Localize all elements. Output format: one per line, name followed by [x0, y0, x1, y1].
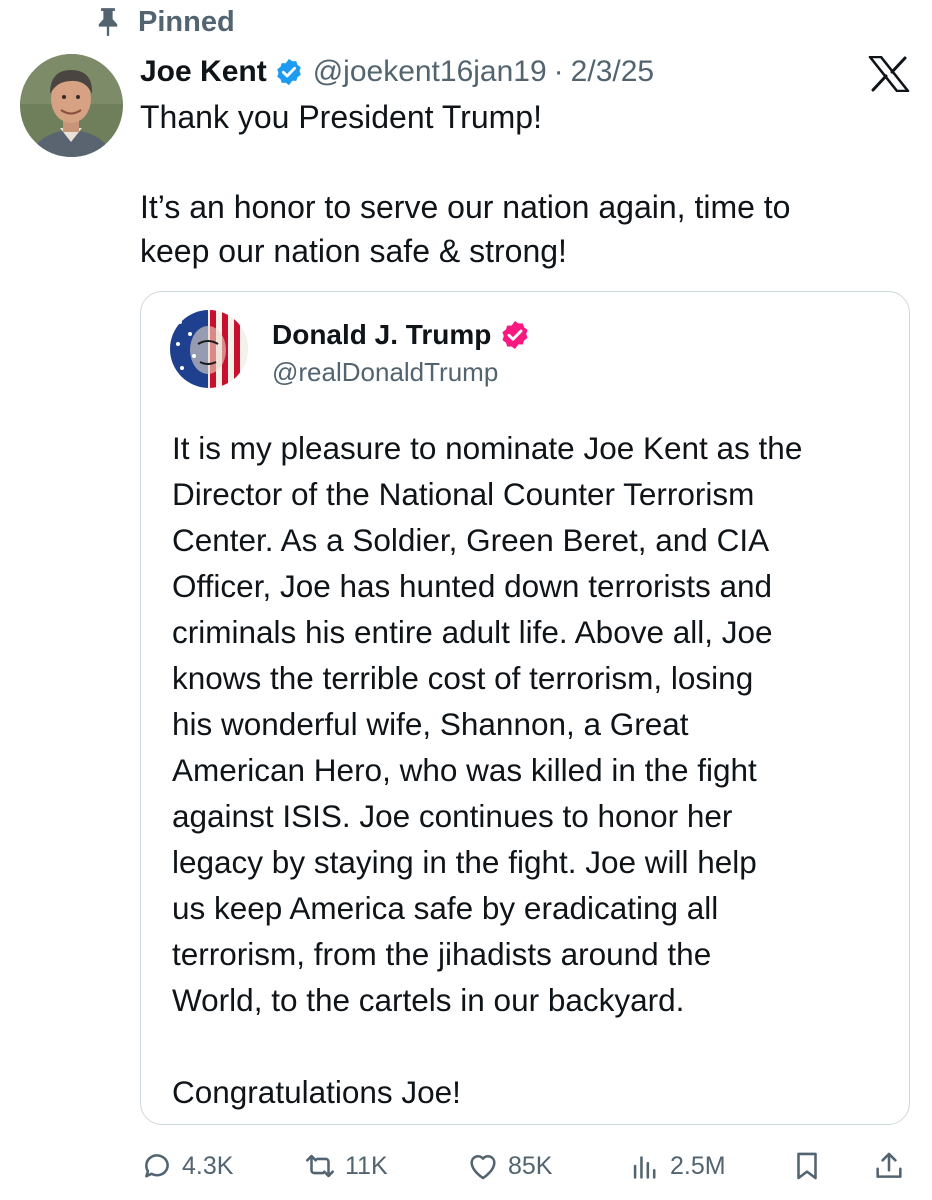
like-button[interactable]: 85K [466, 1142, 552, 1190]
author-name[interactable]: Joe Kent [140, 55, 267, 89]
views-chart-icon [633, 1156, 656, 1179]
verified-badge-icon [276, 58, 301, 86]
quoted-text-line: Officer, Joe has hunted down terrorists … [172, 568, 773, 604]
quoted-text-line: World, to the cartels in our backyard. [172, 982, 685, 1018]
quoted-text-line: us keep America safe by eradicating all [172, 890, 719, 926]
quoted-text-line: criminals his entire adult life. Above a… [172, 614, 773, 650]
repost-button[interactable]: 11K [303, 1142, 388, 1190]
share-icon [876, 1152, 902, 1178]
views-count: 2.5M [670, 1151, 726, 1180]
quoted-text-line: terrorism, from the jihadists around the [172, 936, 712, 972]
tweet-text-line: Thank you President Trump! [140, 99, 542, 135]
quoted-text-line: his wonderful wife, Shannon, a Great [172, 706, 689, 742]
repost-icon [305, 1154, 335, 1178]
repost-count: 11K [345, 1151, 388, 1180]
verified-badge-icon [502, 321, 528, 349]
tweet-date[interactable]: 2/3/25 [571, 55, 654, 89]
quoted-text-line: Director of the National Counter Terrori… [172, 476, 755, 512]
tweet-header: Joe Kent @joekent16jan19 · 2/3/25 [140, 50, 654, 94]
heart-icon [470, 1154, 496, 1180]
pinned-label: Pinned [94, 4, 235, 40]
views-button[interactable]: 2.5M [628, 1142, 726, 1190]
quoted-author-name[interactable]: Donald J. Trump [272, 319, 491, 351]
bookmark-button[interactable] [790, 1142, 824, 1190]
quoted-text-line: Congratulations Joe! [172, 1074, 461, 1110]
quoted-author-handle[interactable]: @realDonaldTrump [272, 357, 498, 388]
quoted-text-line: It is my pleasure to nominate Joe Kent a… [172, 430, 803, 466]
pin-icon [98, 8, 118, 36]
tweet-text-line: keep our nation safe & strong! [140, 233, 567, 269]
like-count: 85K [508, 1151, 553, 1180]
quoted-author-avatar[interactable] [170, 310, 248, 388]
author-handle[interactable]: @joekent16jan19 [313, 55, 547, 89]
x-logo-icon [868, 56, 910, 92]
quoted-author-name-row: Donald J. Trump [272, 315, 531, 355]
tweet-text-line: It’s an honor to serve our nation again,… [140, 189, 791, 225]
quoted-text-line: Center. As a Soldier, Green Beret, and C… [172, 522, 770, 558]
reply-button[interactable]: 4.3K [140, 1142, 233, 1190]
quoted-text-line: against ISIS. Joe continues to honor her [172, 798, 733, 834]
reply-icon [145, 1154, 169, 1178]
bookmark-icon [797, 1152, 817, 1180]
pinned-text: Pinned [138, 5, 235, 38]
quoted-text-line: knows the terrible cost of terrorism, lo… [172, 660, 754, 696]
share-button[interactable] [872, 1142, 906, 1190]
author-avatar[interactable] [20, 54, 123, 157]
header-separator: · [553, 55, 564, 88]
tweet-action-bar: 4.3K 11K 85K 2.5M [0, 1142, 932, 1190]
quoted-text-line: American Hero, who was killed in the fig… [172, 752, 757, 788]
quoted-text-line: legacy by staying in the fight. Joe will… [172, 844, 757, 880]
reply-count: 4.3K [182, 1151, 234, 1180]
